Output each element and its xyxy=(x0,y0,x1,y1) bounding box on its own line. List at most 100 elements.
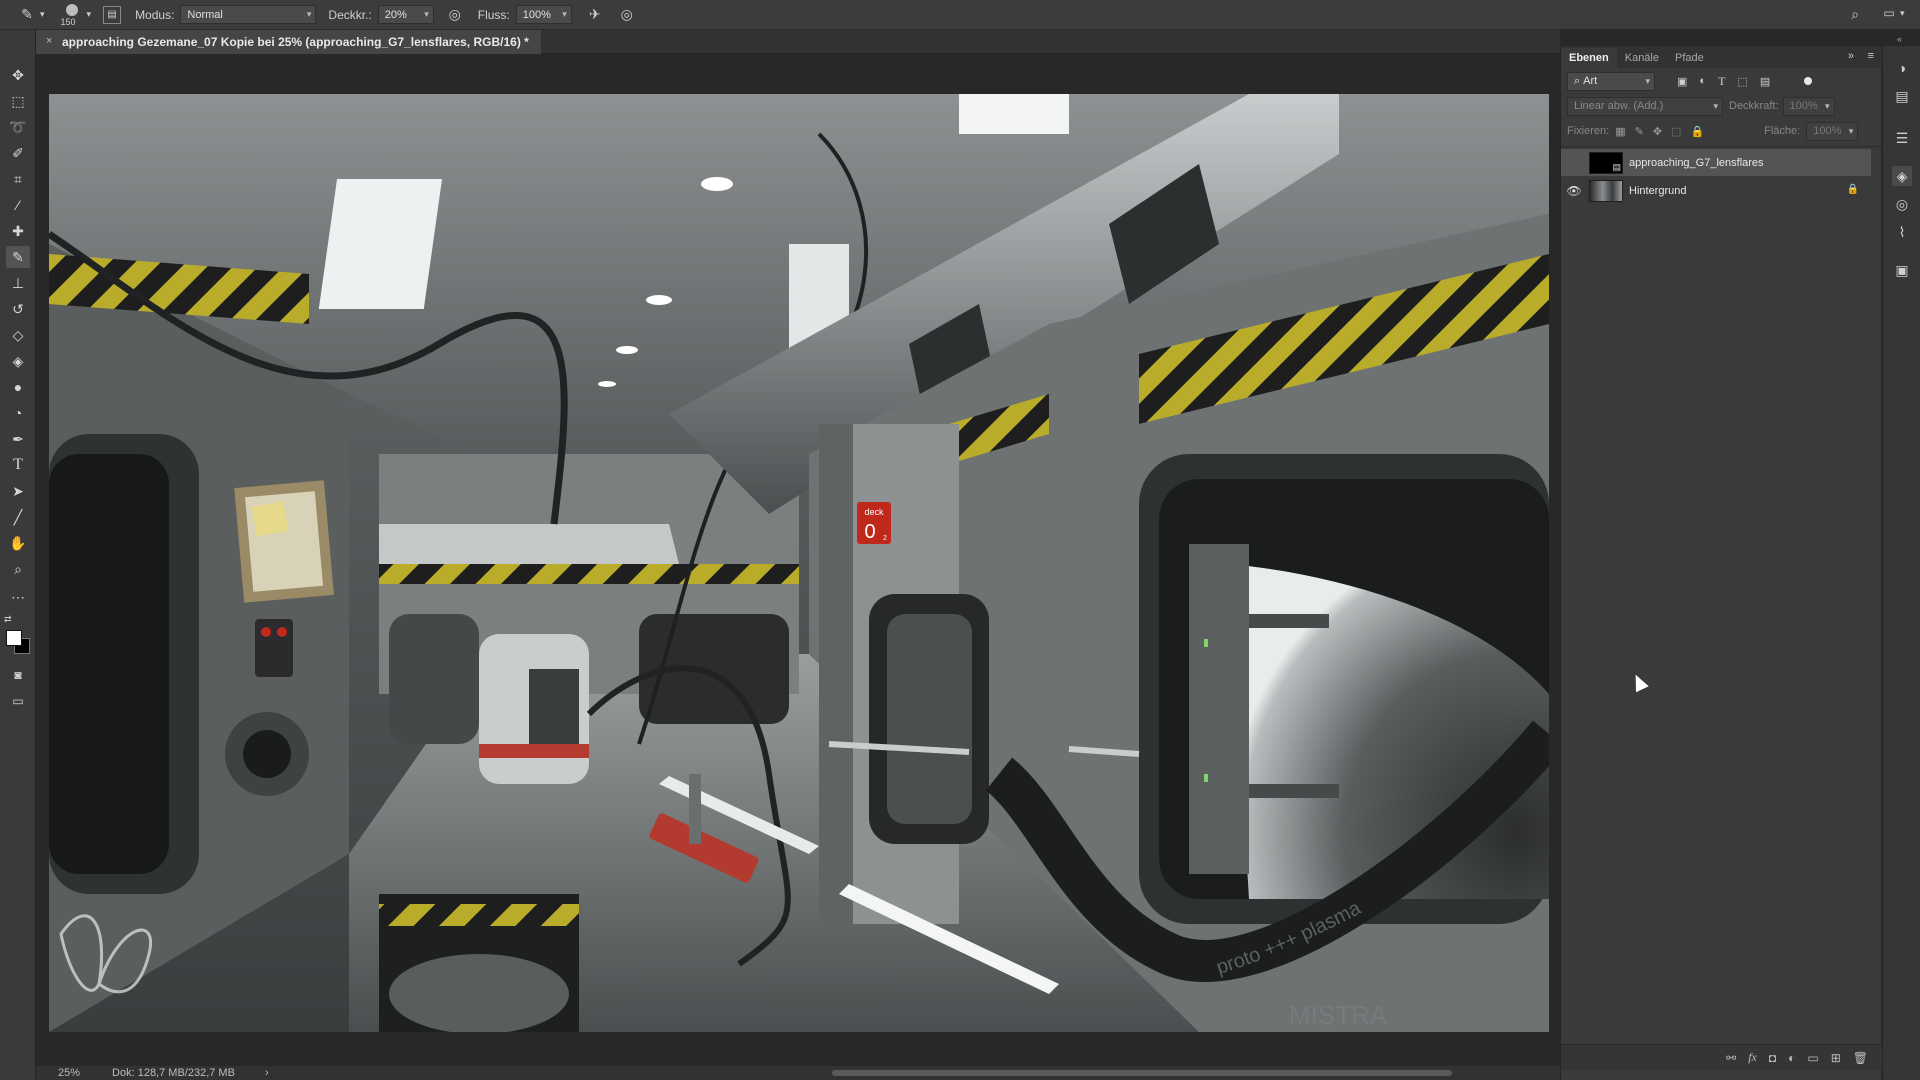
healing-tool-icon[interactable]: ✚ xyxy=(6,220,30,242)
close-icon[interactable]: × xyxy=(46,35,52,47)
layer-row[interactable]: ◌ ▤ approaching_G7_lensflares xyxy=(1561,149,1871,176)
fill-field[interactable]: 100% ▾ xyxy=(1806,121,1859,141)
layers-panel-icon[interactable]: ◈ xyxy=(1892,166,1912,186)
foreground-color-swatch[interactable] xyxy=(6,630,22,646)
tools-panel: ✥ ⬚ ➰ ✐ ⌗ ⁄ ✚ ✎ ⊥ ↺ ◇ ◈ ● ◔ ✒ T ➤ ╱ ✋ ⌕ … xyxy=(0,30,36,1080)
visibility-off-icon[interactable]: ◌ xyxy=(1561,156,1587,170)
stamp-tool-icon[interactable]: ⊥ xyxy=(6,272,30,294)
filter-smart-object-icon[interactable]: ▤ xyxy=(1760,75,1770,88)
status-expand-icon[interactable]: › xyxy=(265,1067,269,1079)
more-tools-icon[interactable]: ⋯ xyxy=(6,586,30,608)
layer-style-icon[interactable]: fx xyxy=(1748,1050,1757,1065)
search-icon[interactable]: ⌕ xyxy=(1846,6,1864,23)
quick-select-tool-icon[interactable]: ✐ xyxy=(6,142,30,164)
flow-field[interactable]: 100% ▾ xyxy=(515,5,572,24)
mode-dropdown[interactable]: Normal ▾ xyxy=(180,5,317,24)
filter-shape-icon[interactable]: ⬚ xyxy=(1737,75,1747,88)
lock-image-icon[interactable]: ✎ xyxy=(1635,125,1644,138)
brush-tool-icon[interactable]: ✎ xyxy=(18,6,36,23)
status-bar: 25% Dok: 128,7 MB/232,7 MB › xyxy=(36,1066,1560,1080)
zoom-tool-icon[interactable]: ⌕ xyxy=(6,558,30,580)
adjustment-layer-icon[interactable]: ◐ xyxy=(1788,1051,1795,1065)
screen-mode-icon[interactable]: ▭ xyxy=(6,690,30,712)
channels-panel-icon[interactable]: ◎ xyxy=(1892,194,1912,214)
layer-filter-dropdown[interactable]: ⌕ Art ▾ xyxy=(1567,71,1655,91)
blur-tool-icon[interactable]: ● xyxy=(6,376,30,398)
dock-collapse-icon[interactable]: « xyxy=(1897,34,1902,44)
filter-adjustment-icon[interactable]: ◐ xyxy=(1699,75,1706,87)
pen-tool-icon[interactable]: ✒ xyxy=(6,428,30,450)
marquee-tool-icon[interactable]: ⬚ xyxy=(6,90,30,112)
new-group-icon[interactable]: ▭ xyxy=(1807,1051,1818,1065)
line-tool-icon[interactable]: ╱ xyxy=(6,506,30,528)
pressure-opacity-icon[interactable]: ◎ xyxy=(446,6,464,23)
chevron-down-icon: ▾ xyxy=(562,9,567,19)
paths-panel-icon[interactable]: ⌇ xyxy=(1892,222,1912,242)
collapse-panel-icon[interactable]: » xyxy=(1848,50,1854,62)
add-mask-icon[interactable]: ◘ xyxy=(1769,1051,1776,1065)
brush-picker-chevron-icon[interactable]: ▾ xyxy=(87,9,92,20)
link-layers-icon[interactable]: ⚯ xyxy=(1726,1051,1736,1065)
green-light xyxy=(1204,774,1208,782)
layer-thumbnail xyxy=(1589,179,1623,202)
eraser-tool-icon[interactable]: ◇ xyxy=(6,324,30,346)
layer-opacity-field[interactable]: 100% ▾ xyxy=(1782,96,1835,116)
visibility-icon[interactable]: 👁 xyxy=(1561,184,1587,198)
pressure-size-icon[interactable]: ◎ xyxy=(618,6,636,23)
lock-artboard-icon[interactable]: ⬚ xyxy=(1671,125,1681,138)
fill-value: 100% xyxy=(1813,125,1842,137)
brush-size-preview[interactable]: 150 xyxy=(59,1,85,29)
space-arm xyxy=(1249,614,1329,628)
dodge-tool-icon[interactable]: ◔ xyxy=(6,402,30,424)
filter-type-icon[interactable]: T xyxy=(1718,74,1725,89)
move-tool-icon[interactable]: ✥ xyxy=(6,64,30,86)
path-select-tool-icon[interactable]: ➤ xyxy=(6,480,30,502)
filter-pixel-icon[interactable]: ▣ xyxy=(1677,75,1687,88)
new-layer-icon[interactable]: ⊞ xyxy=(1831,1051,1841,1065)
smart-object-icon: ▤ xyxy=(1612,161,1621,172)
document-tab[interactable]: × approaching Gezemane_07 Kopie bei 25% … xyxy=(36,30,541,54)
lock-position-icon[interactable]: ✥ xyxy=(1653,125,1662,138)
lasso-tool-icon[interactable]: ➰ xyxy=(6,116,30,138)
horizontal-scrollbar[interactable] xyxy=(832,1070,1452,1076)
ceiling-light xyxy=(616,346,638,354)
filter-toggle-icon[interactable] xyxy=(1804,77,1813,85)
workspace-icon[interactable]: ▭ xyxy=(1880,6,1898,20)
lock-all-icon[interactable]: 🔒 xyxy=(1690,125,1704,138)
hand-tool-icon[interactable]: ✋ xyxy=(6,532,30,554)
swap-colors-icon[interactable]: ⇄ xyxy=(4,614,12,625)
tab-layers[interactable]: Ebenen xyxy=(1561,48,1617,68)
opacity-field[interactable]: 20% ▾ xyxy=(377,5,434,24)
layer-filter-value: Art xyxy=(1583,75,1598,87)
tab-paths[interactable]: Pfade xyxy=(1667,48,1712,68)
libraries-panel-icon[interactable]: ▤ xyxy=(1892,86,1912,106)
pillar-shadow xyxy=(819,424,853,924)
properties-panel-icon[interactable]: ☰ xyxy=(1892,128,1912,148)
quick-mask-icon[interactable]: ◙ xyxy=(6,664,30,686)
airbrush-icon[interactable]: ✈ xyxy=(586,6,604,23)
layer-row[interactable]: 👁 Hintergrund 🔒 xyxy=(1561,177,1871,204)
history-panel-icon[interactable]: ▣ xyxy=(1892,260,1912,280)
zoom-level[interactable]: 25% xyxy=(58,1067,80,1079)
brush-size-value: 150 xyxy=(60,16,76,27)
paint-bucket-tool-icon[interactable]: ◈ xyxy=(6,350,30,372)
blend-mode-dropdown[interactable]: Linear abw. (Add.) ▾ xyxy=(1567,96,1723,116)
hazard-stripe-far xyxy=(379,564,799,584)
workspace-chevron-icon[interactable]: ▾ xyxy=(1900,8,1905,19)
options-bar: ✎ ▾ 150 ▾ ▤ Modus: Normal ▾ Deckkr.: 20%… xyxy=(0,0,1920,30)
crop-tool-icon[interactable]: ⌗ xyxy=(6,168,30,190)
panel-menu-icon[interactable]: ≡ xyxy=(1868,50,1874,62)
brush-tool-icon[interactable]: ✎ xyxy=(6,246,30,268)
tool-preset-chevron-icon[interactable]: ▾ xyxy=(40,9,45,20)
tab-channels[interactable]: Kanäle xyxy=(1617,48,1667,68)
brush-settings-icon[interactable]: ▤ xyxy=(103,5,122,24)
canvas-area[interactable]: deck 0 2 proto +++ plasma MISTRA xyxy=(36,54,1560,1066)
history-brush-tool-icon[interactable]: ↺ xyxy=(6,298,30,320)
lock-transparent-icon[interactable]: ▦ xyxy=(1615,125,1625,138)
color-panel-icon[interactable]: ◑ xyxy=(1892,58,1912,78)
delete-layer-icon[interactable]: 🗑 xyxy=(1853,1051,1868,1065)
type-tool-icon[interactable]: T xyxy=(6,454,30,476)
corridor-mid-frame xyxy=(389,614,479,744)
artwork-canvas[interactable]: deck 0 2 proto +++ plasma MISTRA xyxy=(49,94,1549,1032)
eyedropper-tool-icon[interactable]: ⁄ xyxy=(6,194,30,216)
